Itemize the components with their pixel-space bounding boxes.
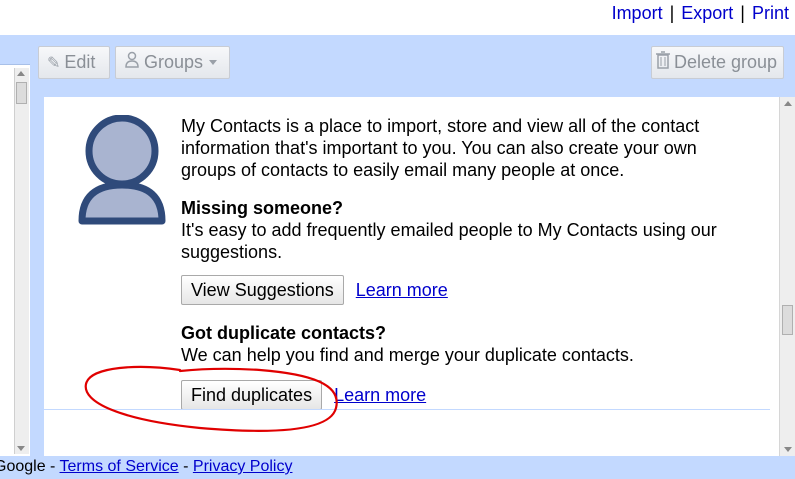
edit-button[interactable]: ✎ Edit <box>38 46 110 79</box>
pencil-icon: ✎ <box>47 54 61 72</box>
delete-group-label: Delete group <box>674 52 778 72</box>
duplicates-row: Find duplicates Learn more <box>181 380 426 410</box>
footer-text: Google - Terms of Service - Privacy Poli… <box>0 457 292 477</box>
scroll-thumb[interactable] <box>16 82 27 104</box>
trash-icon <box>656 51 670 74</box>
import-link[interactable]: Import <box>612 3 663 23</box>
scroll-up-arrow-icon[interactable] <box>17 71 25 76</box>
info-text-column: My Contacts is a place to import, store … <box>181 115 741 410</box>
print-link[interactable]: Print <box>752 3 789 23</box>
groups-button[interactable]: Groups <box>115 46 230 79</box>
duplicates-heading: Got duplicate contacts? <box>181 323 387 343</box>
contact-avatar-icon <box>78 115 166 225</box>
footer-brand: Google <box>0 458 46 475</box>
contacts-main-panel: ✎ Edit Groups Delete group My Contacts i… <box>34 35 795 456</box>
separator: - <box>178 458 193 475</box>
separator: - <box>45 458 60 475</box>
missing-heading: Missing someone? <box>181 198 344 218</box>
scroll-down-arrow-icon[interactable] <box>17 446 25 451</box>
contacts-empty-state: My Contacts is a place to import, store … <box>44 97 780 456</box>
intro-text: My Contacts is a place to import, store … <box>181 116 700 180</box>
suggestions-row: View Suggestions Learn more <box>181 275 448 305</box>
separator: | <box>669 3 675 23</box>
view-suggestions-button[interactable]: View Suggestions <box>181 275 344 305</box>
chevron-down-icon <box>209 60 218 65</box>
duplicates-text: We can help you find and merge your dupl… <box>181 345 634 365</box>
toolbar: ✎ Edit Groups Delete group <box>34 35 795 97</box>
privacy-link[interactable]: Privacy Policy <box>193 458 293 475</box>
divider <box>44 409 770 410</box>
learn-more-link[interactable]: Learn more <box>334 385 426 405</box>
groups-button-label: Groups <box>144 52 204 72</box>
left-scrollbar[interactable] <box>14 68 29 454</box>
export-link[interactable]: Export <box>681 3 733 23</box>
duplicates-section: Got duplicate contacts? We can help you … <box>181 322 741 366</box>
scroll-down-arrow-icon[interactable] <box>784 447 792 452</box>
missing-text: It's easy to add frequently emailed peop… <box>181 220 717 262</box>
edit-button-label: Edit <box>64 52 96 72</box>
missing-section: Missing someone? It's easy to add freque… <box>181 197 741 263</box>
people-icon <box>124 51 140 74</box>
find-duplicates-button[interactable]: Find duplicates <box>181 380 323 410</box>
main-scrollbar[interactable] <box>779 97 795 456</box>
separator: | <box>740 3 745 23</box>
delete-group-button[interactable]: Delete group <box>651 46 784 79</box>
terms-link[interactable]: Terms of Service <box>60 458 179 475</box>
scroll-up-arrow-icon[interactable] <box>784 101 792 106</box>
scroll-thumb[interactable] <box>782 305 793 335</box>
footer: Google - Terms of Service - Privacy Poli… <box>0 456 795 479</box>
learn-more-link[interactable]: Learn more <box>356 280 448 300</box>
top-links: Import | Export | Print <box>612 3 789 24</box>
